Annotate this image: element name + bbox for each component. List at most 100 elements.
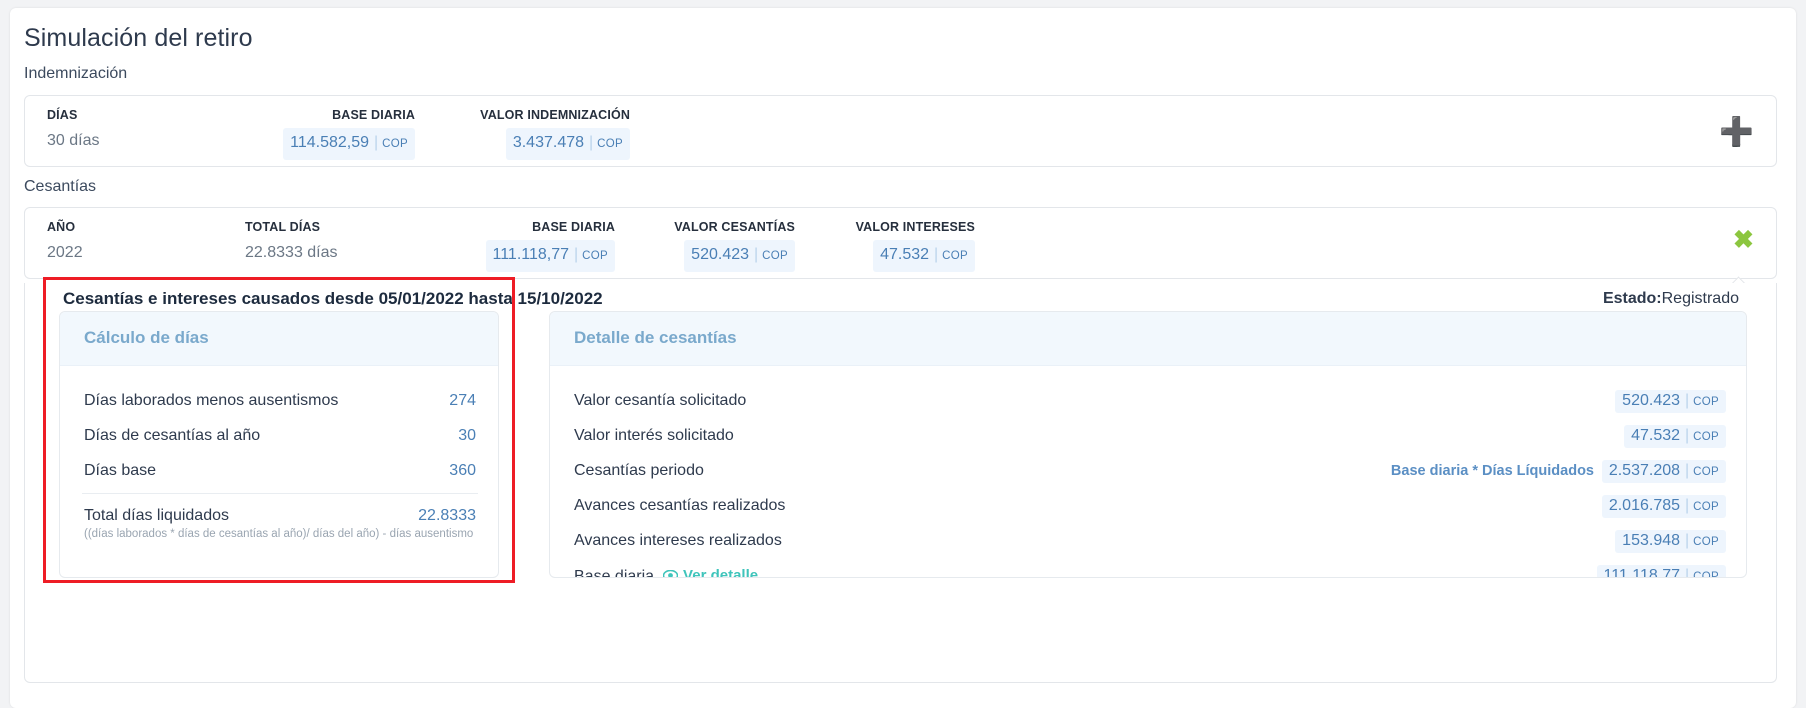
money-amount: 520.423	[691, 246, 750, 263]
row-label: Avances intereses realizados	[574, 532, 782, 549]
row-label: Días de cesantías al año	[84, 427, 261, 444]
list-item: Días base 360	[60, 462, 498, 497]
row-sublabel: ((días laborados * días de cesantías al …	[84, 528, 474, 540]
row-label: Valor interés solicitado	[574, 427, 734, 444]
section-label-cesantias: Cesantías	[24, 178, 97, 195]
column-header: BASE DIARIA	[332, 108, 415, 122]
money-chip: 2.537.208 | COP	[1601, 460, 1726, 483]
detail-panel-title: Cesantías e intereses causados desde 05/…	[63, 289, 603, 308]
money-separator: |	[1685, 392, 1690, 409]
list-item: Avances intereses realizados 153.948 | COP	[550, 530, 1746, 567]
money-currency: COP	[1693, 571, 1719, 578]
column-header: AÑO	[47, 220, 76, 234]
column-header: VALOR INTERESES	[855, 220, 975, 234]
list-item: Valor interés solicitado 47.532 | COP	[550, 425, 1746, 462]
simulation-panel: Simulación del retiro Indemnización DÍAS…	[10, 8, 1796, 708]
row-value: 274	[449, 392, 476, 409]
money-separator: |	[574, 246, 579, 263]
indemnizacion-col-base-diaria: BASE DIARIA 114.582,59 | COP	[255, 106, 415, 160]
row-label: Valor cesantía solicitado	[574, 392, 747, 409]
money-chip: 111.118,77 | COP	[485, 240, 615, 272]
money-chip: 153.948 | COP	[1615, 530, 1726, 553]
section-label-indemnizacion: Indemnización	[24, 65, 128, 82]
status-key: Estado:	[1602, 290, 1662, 307]
money-chip: 2.016.785 | COP	[1601, 495, 1726, 518]
money-currency: COP	[1693, 466, 1719, 478]
list-item: Días de cesantías al año 30	[60, 427, 498, 462]
detalle-card-header: Detalle de cesantías	[550, 312, 1746, 366]
close-icon[interactable]: ✖	[1733, 228, 1754, 253]
list-item-total: Total días liquidados ((días laborados *…	[60, 507, 498, 553]
money-currency: COP	[597, 138, 623, 150]
money-chip: 47.532 | COP	[1624, 425, 1726, 448]
money-separator: |	[754, 246, 759, 263]
money-chip: 111.118,77 | COP	[1596, 565, 1726, 578]
money-separator: |	[1685, 497, 1690, 514]
money-chip: 114.582,59 | COP	[283, 128, 415, 160]
money-separator: |	[934, 246, 939, 263]
row-label: Días laborados menos ausentismos	[84, 392, 339, 409]
column-value: 30 días	[47, 132, 100, 149]
money-separator: |	[1685, 567, 1690, 578]
money-currency: COP	[1693, 536, 1719, 548]
cesantias-col-valor-intereses: VALOR INTERESES 47.532 | COP	[815, 218, 975, 272]
indemnizacion-col-valor: VALOR INDEMNIZACIÓN 3.437.478 | COP	[405, 106, 630, 160]
row-label: Días base	[84, 462, 157, 479]
row-value: 30	[458, 427, 476, 444]
cesantias-col-valor-cesantias: VALOR CESANTÍAS 520.423 | COP	[635, 218, 795, 272]
status-value: Registrado	[1661, 290, 1739, 307]
list-item: Días laborados menos ausentismos 274	[60, 392, 498, 427]
column-value: 22.8333 días	[245, 244, 338, 261]
money-chip: 3.437.478 | COP	[505, 128, 630, 160]
money-chip: 520.423 | COP	[1615, 390, 1726, 413]
column-header: TOTAL DÍAS	[245, 220, 321, 234]
money-amount: 3.437.478	[512, 134, 585, 151]
list-item: Valor cesantía solicitado 520.423 | COP	[550, 390, 1746, 427]
calculo-card-header: Cálculo de días	[60, 312, 498, 366]
column-value: 2022	[47, 244, 83, 261]
column-header: VALOR INDEMNIZACIÓN	[480, 108, 630, 122]
row-label: Base diaria	[574, 568, 655, 578]
cesantias-detail-panel: Cesantías e intereses causados desde 05/…	[24, 277, 1777, 683]
money-separator: |	[374, 134, 379, 151]
money-chip: 47.532 | COP	[873, 240, 975, 272]
money-separator: |	[1685, 462, 1690, 479]
money-currency: COP	[942, 250, 968, 262]
ver-detalle-link[interactable]: Ver detalle	[663, 567, 759, 578]
plus-icon[interactable]: ➕	[1719, 118, 1754, 146]
eye-icon	[663, 570, 679, 577]
row-formula: Base diaria * Días Líquidados	[1390, 463, 1594, 479]
calculo-de-dias-card: Cálculo de días Días laborados menos aus…	[59, 311, 499, 578]
column-header: BASE DIARIA	[532, 220, 615, 234]
money-amount: 520.423	[1622, 392, 1681, 409]
indemnizacion-col-dias: DÍAS 30 días	[47, 106, 99, 154]
row-label: Cesantías periodo	[574, 462, 704, 479]
ver-detalle-label: Ver detalle	[683, 567, 759, 578]
row-divider	[82, 493, 478, 494]
row-value: 360	[449, 462, 476, 479]
money-amount: 153.948	[1622, 532, 1681, 549]
money-currency: COP	[1693, 501, 1719, 513]
list-item: Avances cesantías realizados 2.016.785 | C…	[550, 495, 1746, 532]
row-label: Total días liquidados	[84, 507, 229, 524]
cesantias-col-total-dias: TOTAL DÍAS 22.8333 días	[245, 218, 338, 266]
page-title: Simulación del retiro	[24, 24, 253, 52]
money-amount: 111.118,77	[492, 246, 570, 263]
money-amount: 111.118,77	[1603, 567, 1681, 578]
money-amount: 47.532	[880, 246, 930, 263]
money-currency: COP	[582, 250, 608, 262]
indemnizacion-row-card: DÍAS 30 días BASE DIARIA 114.582,59 | COP …	[24, 95, 1777, 167]
money-amount: 2.537.208	[1608, 462, 1681, 479]
row-label-wrap: Base diaria Ver detalle	[574, 567, 759, 578]
list-item: Base diaria Ver detalle 111.118,77 | COP	[550, 565, 1746, 578]
money-separator: |	[1685, 427, 1690, 444]
money-currency: COP	[762, 250, 788, 262]
cesantias-col-base-diaria: BASE DIARIA 111.118,77 | COP	[455, 218, 615, 272]
list-item: Cesantías periodo Base diaria * Días Líq…	[550, 460, 1746, 497]
money-amount: 114.582,59	[290, 134, 370, 151]
money-separator: |	[589, 134, 594, 151]
money-currency: COP	[1693, 431, 1719, 443]
row-label: Avances cesantías realizados	[574, 497, 786, 514]
cesantias-row-card: AÑO 2022 TOTAL DÍAS 22.8333 días BASE DI…	[24, 207, 1777, 279]
detalle-de-cesantias-card: Detalle de cesantías Valor cesantía soli…	[549, 311, 1747, 578]
